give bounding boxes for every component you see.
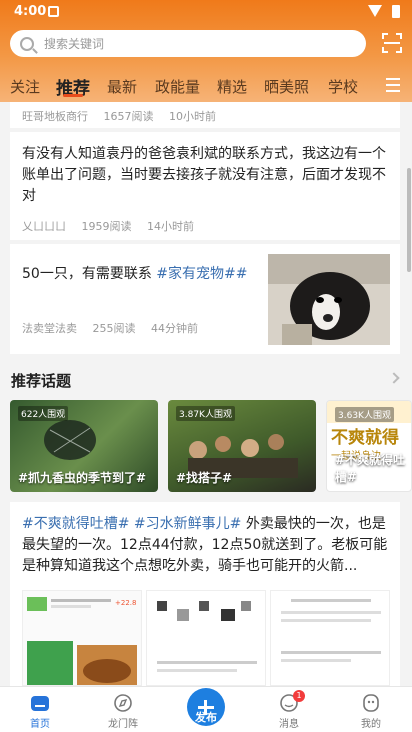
category-tabs: 关注 推荐 最新 政能量 精选 晒美照 学校	[0, 72, 412, 100]
nav-home-label: 首页	[30, 719, 50, 730]
notification-icon	[48, 6, 59, 17]
tab-photos[interactable]: 晒美照	[264, 76, 309, 97]
search-bar[interactable]: 搜索关键词	[10, 30, 366, 57]
post-meta: 乂ㄩㄩㄩ 1959阅读 14小时前	[22, 218, 206, 234]
topic-card[interactable]: 3.63K人围观 不爽就得 一起说身边 #不爽就得吐槽#	[326, 400, 412, 492]
topic-name: #不爽就得吐槽#	[335, 453, 406, 484]
nav-messages[interactable]: 消息	[259, 687, 319, 732]
post-meta: 法卖堂法卖 255阅读 44分钟前	[22, 320, 210, 336]
scan-icon[interactable]	[382, 33, 402, 53]
post-time: 14小时前	[147, 220, 194, 233]
topic-name: #找搭子#	[176, 471, 233, 485]
messages-badge: 1	[293, 690, 305, 702]
tab-positive-energy[interactable]: 政能量	[155, 76, 200, 97]
post-reads: 255阅读	[92, 322, 136, 335]
nav-mine-label: 我的	[361, 719, 381, 730]
post-text: 50一只，有需要联系 #家有宠物##	[22, 264, 262, 285]
topic-link[interactable]: #家有宠物##	[156, 266, 247, 282]
publish-label: 发布	[195, 711, 217, 724]
post-text: #不爽就得吐槽# #习水新鲜事儿# 外卖最快的一次，也是最失望的一次。12点44…	[22, 514, 392, 577]
post-meta: 旺哥地板商行 1657阅读 10小时前	[22, 108, 228, 124]
search-placeholder: 搜索关键词	[44, 37, 105, 51]
search-icon	[20, 36, 34, 51]
post-text-body: 50一只，有需要联系	[22, 266, 157, 282]
post-text: 有没有人知道袁丹的爸爸袁利斌的联系方式，我这边有一个账单出了问题，当时要去接孩子…	[22, 146, 386, 204]
post-time: 10小时前	[169, 110, 216, 123]
tab-latest[interactable]: 最新	[107, 76, 137, 97]
post-reads: 1959阅读	[81, 220, 132, 233]
dog-photo[interactable]	[268, 254, 390, 345]
recommended-topics-title: 推荐话题	[11, 372, 72, 390]
post-image[interactable]	[146, 590, 266, 686]
tab-indicator	[63, 94, 83, 97]
feed-card[interactable]: 50一只，有需要联系 #家有宠物## 法卖堂法卖 255阅读 44分钟前	[10, 244, 400, 354]
battery-icon	[392, 5, 400, 18]
chevron-right-icon[interactable]	[388, 372, 400, 384]
post-image[interactable]: +22.8	[22, 590, 142, 686]
post-image[interactable]	[270, 590, 390, 686]
post-author: 法卖堂法卖	[22, 322, 77, 335]
scrollbar[interactable]	[407, 168, 411, 272]
nav-longmen-label: 龙门阵	[108, 719, 138, 730]
feed-card[interactable]: 有没有人知道袁丹的爸爸袁利斌的联系方式，我这边有一个账单出了问题，当时要去接孩子…	[10, 132, 400, 240]
wifi-icon	[368, 5, 382, 17]
app-header: 4:00 搜索关键词 关注 推荐 最新 政能量 精选 晒美照 学校	[0, 0, 412, 102]
feed: 旺哥地板商行 1657阅读 10小时前 有没有人知道袁丹的爸爸袁利斌的联系方式，…	[0, 102, 412, 686]
feed-card[interactable]: 旺哥地板商行 1657阅读 10小时前	[10, 102, 400, 128]
topic-link[interactable]: #不爽就得吐槽# #习水新鲜事儿#	[22, 516, 241, 532]
nav-messages-label: 消息	[279, 719, 299, 730]
post-author: 旺哥地板商行	[22, 110, 88, 123]
post-time: 44分钟前	[151, 322, 198, 335]
topic-views: 3.63K人围观	[335, 407, 394, 422]
svg-text:+22.8: +22.8	[115, 599, 136, 607]
topic-card[interactable]: 622人围观 #抓九香虫的季节到了#	[10, 400, 158, 492]
topic-views: 622人围观	[18, 406, 69, 421]
status-time: 4:00	[14, 4, 47, 19]
tab-follow[interactable]: 关注	[10, 76, 40, 97]
nav-home[interactable]: 首页	[10, 687, 70, 732]
nav-longmen[interactable]: 龙门阵	[93, 687, 153, 732]
nav-mine[interactable]: 我的	[341, 687, 401, 732]
post-author: 乂ㄩㄩㄩ	[22, 220, 66, 233]
menu-icon[interactable]	[386, 78, 400, 92]
post-reads: 1657阅读	[103, 110, 154, 123]
tab-school[interactable]: 学校	[328, 76, 358, 97]
tab-featured[interactable]: 精选	[217, 76, 247, 97]
compass-icon	[114, 694, 132, 712]
topic-views: 3.87K人围观	[176, 406, 235, 421]
profile-icon	[363, 694, 379, 712]
status-bar: 4:00	[0, 0, 412, 24]
topic-name: #抓九香虫的季节到了#	[18, 471, 147, 485]
topic-card[interactable]: 3.87K人围观 #找搭子#	[168, 400, 316, 492]
topic-overlay-title: 不爽就得	[331, 428, 399, 448]
home-icon	[31, 696, 49, 711]
